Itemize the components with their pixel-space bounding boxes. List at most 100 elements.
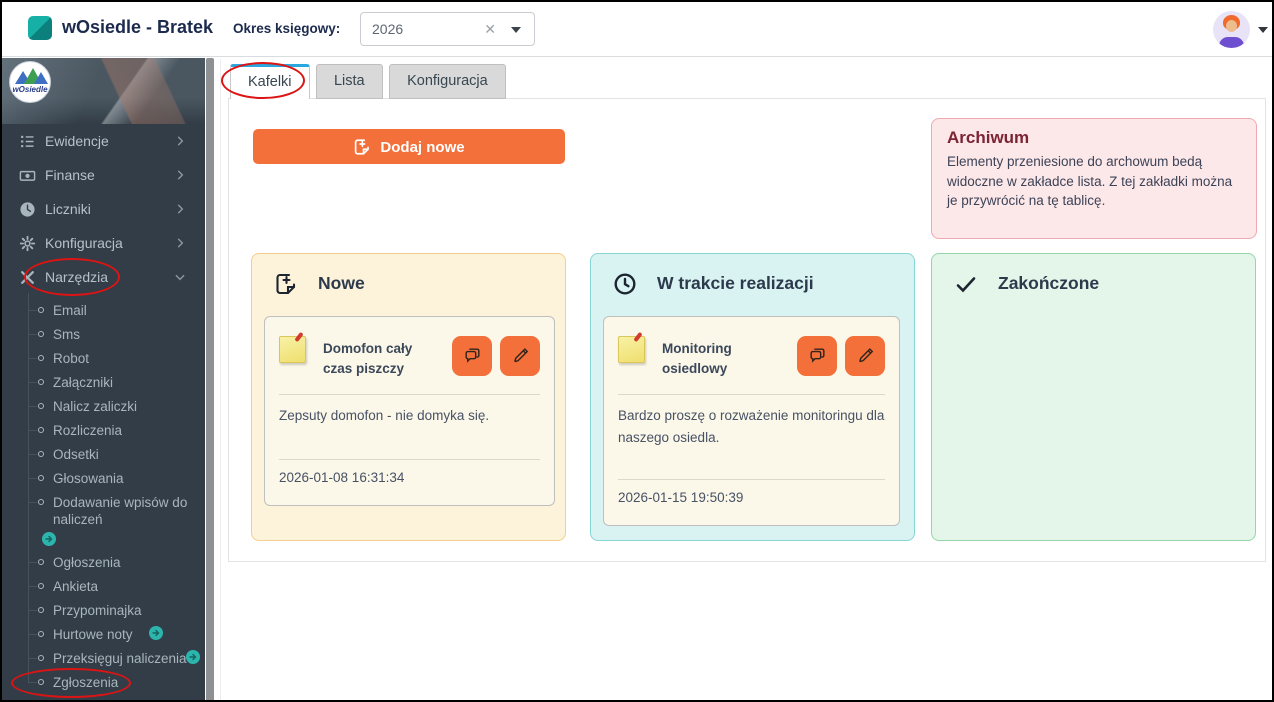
archive-info-card: Archiwum Elementy przeniesione do archow… [931, 118, 1257, 239]
sidebar-subitem-sms[interactable]: Sms [2, 323, 205, 347]
pin-icon [633, 332, 642, 342]
period-label: Okres księgowy: [233, 21, 340, 36]
sidebar-item-narzedzia[interactable]: Narzędzia [2, 261, 205, 295]
column-header: Zakończone [932, 254, 1255, 312]
comments-button[interactable] [797, 336, 837, 376]
sidebar-subitem-ogloszenia[interactable]: Ogłoszenia [2, 551, 205, 575]
column-title: Nowe [318, 273, 365, 294]
subitem-badge-row [2, 529, 205, 551]
note-add-icon [353, 138, 371, 156]
app-title: wOsiedle - Bratek [62, 17, 213, 38]
sidebar-subitem-email[interactable]: Email [2, 299, 205, 323]
sidebar-item-konfiguracja[interactable]: Konfiguracja [2, 227, 205, 261]
kanban-card-monitoring[interactable]: Monitoring osiedlowy Bardzo proszę o roz… [603, 316, 900, 526]
avatar-body [1219, 37, 1244, 48]
sidebar-subitem-robot[interactable]: Robot [2, 347, 205, 371]
sidebar-item-label: Liczniki [45, 201, 91, 217]
tab-kafelki[interactable]: Kafelki [230, 64, 310, 99]
sidebar-item-label: Konfiguracja [45, 235, 123, 251]
arrow-circle-icon [186, 650, 200, 664]
add-new-label: Dodaj nowe [380, 139, 464, 156]
edit-button[interactable] [500, 336, 540, 376]
bullet-icon [38, 655, 44, 661]
period-select[interactable]: 2026 ✕ [360, 12, 535, 46]
sidebar-item-finanse[interactable]: Finanse [2, 159, 205, 193]
card-body: Bardzo proszę o rozważenie monitoringu d… [618, 405, 885, 469]
sidebar-subitem-nalicz-zaliczki[interactable]: Nalicz zaliczki [2, 395, 205, 419]
tab-bar: Kafelki Lista Konfiguracja [230, 64, 508, 99]
tab-konfiguracja[interactable]: Konfiguracja [389, 64, 506, 99]
chevron-right-icon [173, 236, 187, 250]
sidebar-subitem-przeksieguj-naliczenia[interactable]: Przeksięguj naliczenia [2, 647, 205, 671]
sidebar-subitem-zalaczniki[interactable]: Załączniki [2, 371, 205, 395]
bullet-icon [38, 331, 44, 337]
user-avatar[interactable] [1213, 11, 1250, 48]
sticky-note-icon [618, 336, 645, 363]
sidebar-subitem-dodawanie-wpisow[interactable]: Dodawanie wpisów do naliczeń [2, 491, 205, 529]
column-header: Nowe [252, 254, 565, 312]
dropdown-caret-icon[interactable] [511, 27, 521, 33]
sidebar: wOsiedle Ewidencje [2, 58, 205, 702]
card-title: Monitoring osiedlowy [662, 339, 780, 378]
sidebar-subitem-zgloszenia[interactable]: Zgłoszenia [2, 671, 205, 695]
chevron-right-icon [173, 202, 187, 216]
bullet-icon [38, 499, 44, 505]
chevron-right-icon [173, 134, 187, 148]
pencil-icon [511, 346, 530, 365]
archive-body: Elementy przeniesione do archowum bedą w… [947, 152, 1241, 211]
sidebar-menu: Ewidencje Finanse Liczni [2, 125, 205, 295]
gear-icon [19, 235, 36, 252]
bullet-icon [38, 355, 44, 361]
card-header: Domofon cały czas piszczy [279, 336, 540, 384]
sidebar-subitem-przypominajka[interactable]: Przypominajka [2, 599, 205, 623]
kanban-card-domofon[interactable]: Domofon cały czas piszczy Zepsuty domofo… [264, 316, 555, 506]
avatar-face [1226, 20, 1237, 32]
comments-icon [808, 346, 827, 365]
card-divider [618, 394, 885, 395]
sidebar-subitem-glosowania[interactable]: Głosowania [2, 467, 205, 491]
bullet-icon [38, 559, 44, 565]
sidebar-subitem-hurtowe-noty[interactable]: Hurtowe noty [2, 623, 205, 647]
period-value: 2026 [372, 21, 403, 37]
sidebar-item-ewidencje[interactable]: Ewidencje [2, 125, 205, 159]
list-icon [19, 133, 36, 150]
archive-title: Archiwum [947, 128, 1241, 148]
kanban-column-w-trakcie: W trakcie realizacji Monitoring osiedlow… [590, 253, 915, 541]
tab-lista[interactable]: Lista [316, 64, 383, 99]
card-header: Monitoring osiedlowy [618, 336, 885, 384]
logo-mountain-icon [34, 72, 48, 84]
sidebar-subitem-rozliczenia[interactable]: Rozliczenia [2, 419, 205, 443]
scrollbar-thumb[interactable] [206, 58, 214, 702]
sticky-note-icon [279, 336, 306, 363]
card-date: 2026-01-08 16:31:34 [279, 470, 540, 485]
sidebar-item-label: Narzędzia [45, 269, 108, 285]
bullet-icon [38, 451, 44, 457]
kanban-column-zakonczone: Zakończone [931, 253, 1256, 541]
note-add-icon [274, 272, 298, 296]
kanban-column-nowe: Nowe Domofon cały czas piszczy [251, 253, 566, 541]
comments-button[interactable] [452, 336, 492, 376]
card-title: Domofon cały czas piszczy [323, 339, 441, 378]
clear-icon[interactable]: ✕ [484, 21, 496, 38]
bullet-icon [38, 307, 44, 313]
comments-icon [463, 346, 482, 365]
card-body: Zepsuty domofon - nie domyka się. [279, 405, 540, 449]
column-title: W trakcie realizacji [657, 273, 814, 294]
app-logo-icon [28, 16, 52, 40]
clock-outline-icon [613, 272, 637, 296]
arrow-circle-icon [42, 532, 56, 546]
sidebar-item-liczniki[interactable]: Liczniki [2, 193, 205, 227]
sidebar-subitem-ankieta[interactable]: Ankieta [2, 575, 205, 599]
content-divider [220, 59, 221, 700]
user-menu-caret-icon[interactable] [1258, 27, 1268, 33]
sidebar-submenu: Email Sms Robot Załączniki Nalicz zalicz… [2, 299, 205, 695]
edit-button[interactable] [845, 336, 885, 376]
sidebar-subitem-odsetki[interactable]: Odsetki [2, 443, 205, 467]
chevron-right-icon [173, 168, 187, 182]
clock-icon [19, 201, 36, 218]
sidebar-scrollbar[interactable] [205, 58, 215, 702]
tab-content-panel: Dodaj nowe Archiwum Elementy przeniesion… [228, 98, 1266, 562]
add-new-button[interactable]: Dodaj nowe [253, 129, 565, 164]
pin-icon [294, 332, 303, 342]
bullet-icon [38, 631, 44, 637]
